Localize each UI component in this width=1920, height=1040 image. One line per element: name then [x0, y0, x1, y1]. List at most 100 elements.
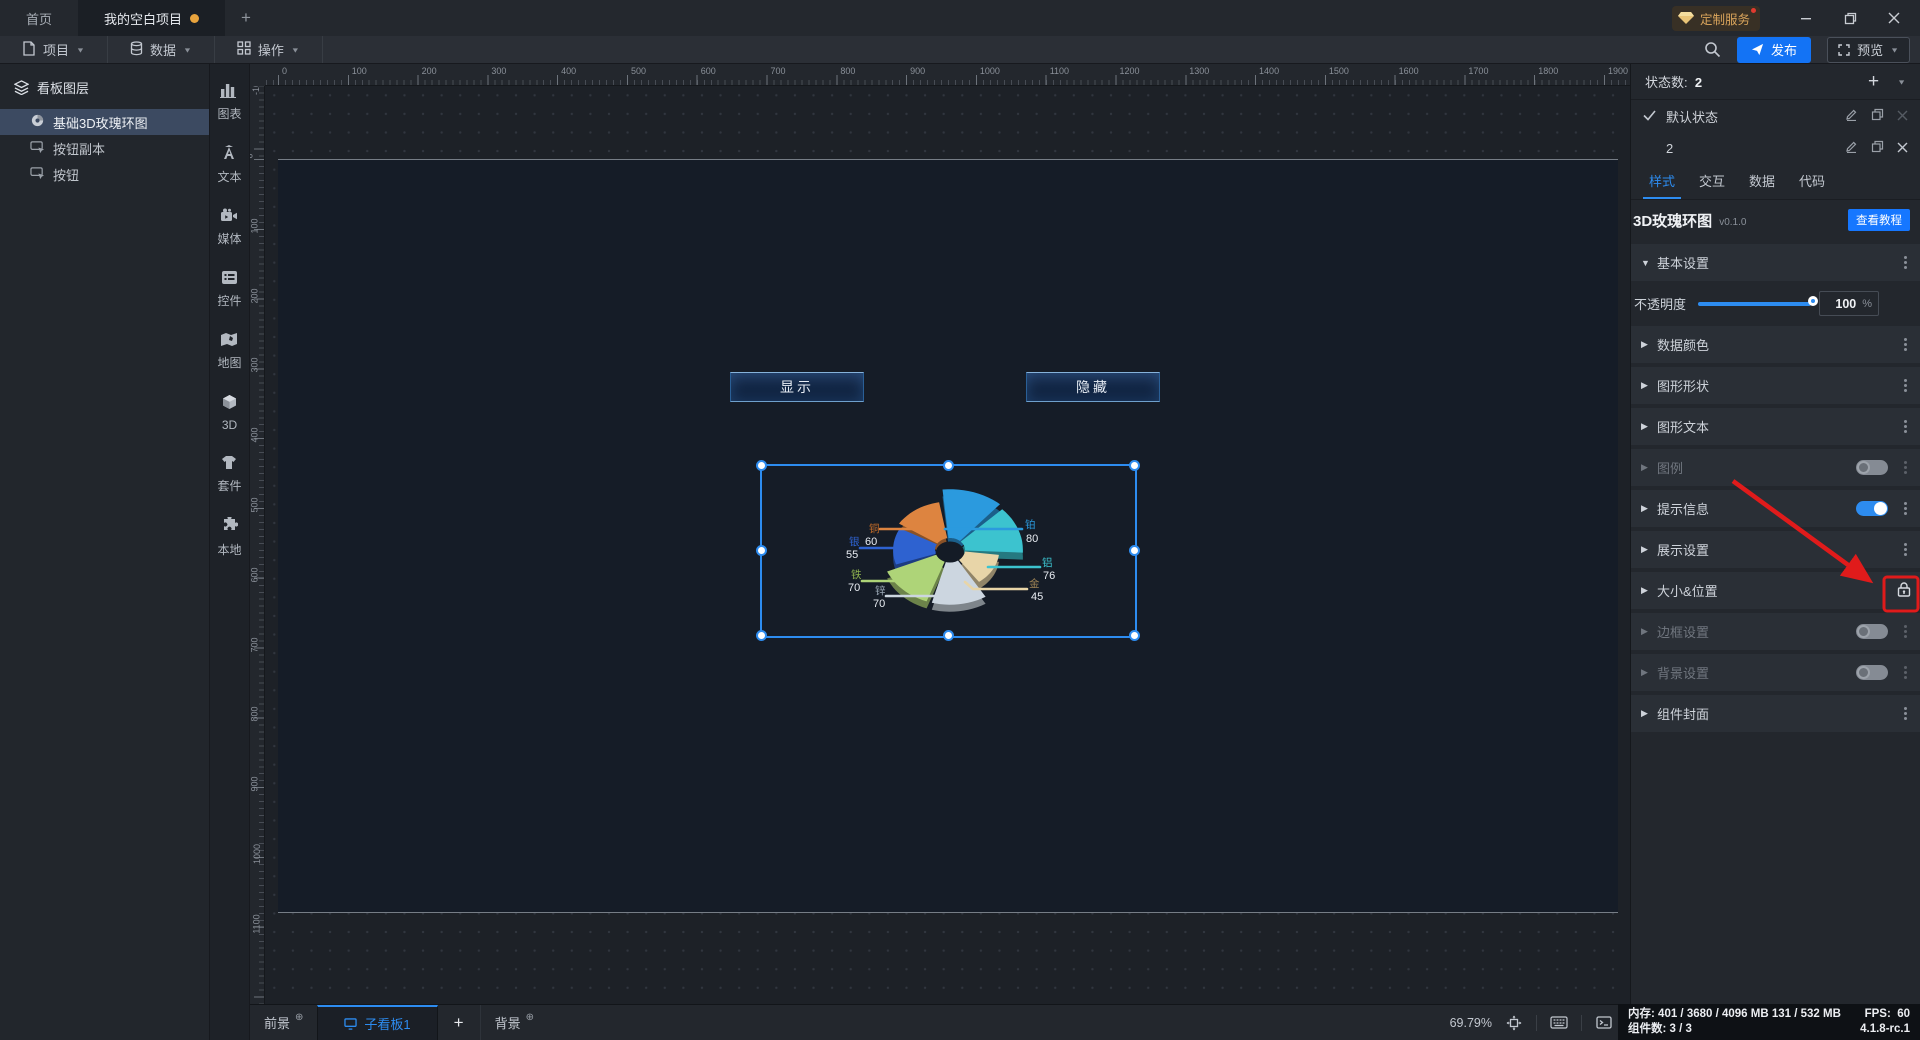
caret-right-icon[interactable]: ▶	[1641, 462, 1657, 473]
caret-right-icon[interactable]: ▶	[1641, 339, 1657, 350]
toggle-off[interactable]	[1856, 460, 1888, 475]
section-menu-icon[interactable]	[1900, 379, 1910, 392]
add-subboard-button[interactable]: +	[438, 1005, 481, 1040]
section-组件封面[interactable]: ▶ 组件封面	[1631, 695, 1920, 732]
section-menu-icon[interactable]	[1900, 502, 1910, 515]
publish-button[interactable]: 发布	[1737, 36, 1812, 63]
section-图形形状[interactable]: ▶ 图形形状	[1631, 367, 1920, 404]
background-button[interactable]: 背景 ⊕	[481, 1005, 548, 1040]
console-icon[interactable]	[1592, 1013, 1616, 1033]
caret-right-icon[interactable]: ▶	[1641, 380, 1657, 391]
rail-item-charts[interactable]: 图表	[217, 82, 242, 122]
view-tutorial-button[interactable]: 查看教程	[1848, 209, 1910, 231]
foreground-button[interactable]: 前景 ⊕	[250, 1005, 317, 1040]
section-menu-icon[interactable]	[1900, 666, 1910, 679]
toggle-off[interactable]	[1856, 624, 1888, 639]
selection-box[interactable]: 铂 80 铝 76 金 45 锌 70 铁 70 银 55 铜 60	[756, 460, 1140, 641]
section-menu-icon[interactable]	[1900, 707, 1910, 720]
state-row-0[interactable]: 默认状态	[1631, 100, 1920, 132]
search-icon[interactable]	[1704, 41, 1721, 58]
section-边框设置[interactable]: ▶ 边框设置	[1631, 613, 1920, 650]
section-数据颜色[interactable]: ▶ 数据颜色	[1631, 326, 1920, 363]
caret-right-icon[interactable]: ▶	[1641, 585, 1657, 596]
inspector-tab-1[interactable]: 交互	[1687, 171, 1737, 199]
lock-icon[interactable]	[1896, 581, 1912, 601]
section-图例[interactable]: ▶ 图例	[1631, 449, 1920, 486]
add-state-button[interactable]: +	[1868, 71, 1897, 93]
section-图形文本[interactable]: ▶ 图形文本	[1631, 408, 1920, 445]
section-背景设置[interactable]: ▶ 背景设置	[1631, 654, 1920, 691]
caret-right-icon[interactable]: ▶	[1641, 503, 1657, 514]
close-button[interactable]	[1874, 3, 1914, 33]
edit-state-icon[interactable]	[1845, 108, 1858, 124]
canvas-viewport[interactable]: 显示 隐藏 铂 80 铝 76 金 45 锌 70 铁 70 银 55 铜 60	[265, 86, 1630, 1004]
section-展示设置[interactable]: ▶ 展示设置	[1631, 531, 1920, 568]
section-menu-icon[interactable]	[1900, 420, 1910, 433]
section-menu-icon[interactable]	[1900, 461, 1910, 474]
rail-item-media[interactable]: 媒体	[217, 208, 242, 247]
section-基本设置[interactable]: ▼ 基本设置	[1631, 244, 1920, 281]
foreground-add-icon[interactable]: ⊕	[295, 1012, 303, 1023]
caret-down-icon[interactable]: ▼	[1641, 258, 1657, 268]
menu-item-data[interactable]: 数据 ▼	[108, 36, 215, 63]
rail-item-controls[interactable]: 控件	[217, 270, 242, 309]
delete-state-icon[interactable]	[1897, 141, 1908, 156]
section-大小&位置[interactable]: ▶ 大小&位置	[1631, 572, 1920, 609]
toggle-on[interactable]	[1856, 501, 1888, 516]
inspector-tab-2[interactable]: 数据	[1737, 171, 1787, 199]
caret-right-icon[interactable]: ▶	[1641, 708, 1657, 719]
slider-knob[interactable]	[1808, 295, 1819, 306]
menu-item-project[interactable]: 项目 ▼	[0, 36, 108, 63]
hide-button-widget[interactable]: 隐藏	[1026, 372, 1160, 402]
section-menu-icon[interactable]	[1900, 625, 1910, 638]
project-tab-0[interactable]: 首页	[0, 0, 78, 36]
caret-right-icon[interactable]: ▶	[1641, 544, 1657, 555]
copy-state-icon[interactable]	[1871, 140, 1884, 156]
preview-button[interactable]: 预览 ▼	[1827, 36, 1910, 63]
rail-item-3d[interactable]: 3D	[221, 394, 238, 432]
background-add-icon[interactable]: ⊕	[526, 1012, 534, 1023]
caret-right-icon[interactable]: ▶	[1641, 667, 1657, 678]
toggle-off[interactable]	[1856, 665, 1888, 680]
inspector-tab-3[interactable]: 代码	[1787, 171, 1837, 199]
layer-item-1[interactable]: 按钮副本	[0, 135, 209, 161]
new-project-tab-button[interactable]: +	[225, 0, 267, 36]
copy-state-icon[interactable]	[1871, 108, 1884, 124]
selection-handle[interactable]	[942, 460, 954, 471]
restore-button[interactable]	[1830, 3, 1870, 33]
layer-item-2[interactable]: 按钮	[0, 161, 209, 187]
section-menu-icon[interactable]	[1900, 543, 1910, 556]
opacity-slider[interactable]	[1698, 295, 1819, 306]
selection-handle[interactable]	[756, 630, 767, 641]
zoom-level[interactable]: 69.79%	[1450, 1016, 1492, 1030]
rail-item-text[interactable]: 文本	[217, 145, 242, 185]
opacity-input[interactable]: 100%	[1819, 291, 1880, 316]
rail-item-local[interactable]: 本地	[217, 515, 242, 558]
selection-handle[interactable]	[942, 630, 954, 641]
selection-handle[interactable]	[1129, 460, 1140, 471]
show-button-widget[interactable]: 显示	[730, 372, 864, 402]
section-menu-icon[interactable]	[1900, 338, 1910, 351]
minimize-button[interactable]	[1786, 3, 1826, 33]
states-chevron-icon[interactable]: ▼	[1897, 78, 1906, 86]
selection-handle[interactable]	[1129, 545, 1140, 556]
selection-handle[interactable]	[756, 460, 767, 471]
section-menu-icon[interactable]	[1900, 256, 1910, 269]
inspector-tab-0[interactable]: 样式	[1637, 171, 1687, 199]
selection-handle[interactable]	[756, 545, 767, 556]
caret-right-icon[interactable]: ▶	[1641, 626, 1657, 637]
caret-right-icon[interactable]: ▶	[1641, 421, 1657, 432]
menu-item-operation[interactable]: 操作 ▼	[215, 36, 323, 63]
project-tab-1[interactable]: 我的空白项目	[78, 0, 226, 36]
state-row-1[interactable]: 2	[1631, 132, 1920, 164]
rail-item-kits[interactable]: 套件	[217, 455, 242, 494]
fit-screen-icon[interactable]	[1502, 1013, 1526, 1033]
rail-item-map[interactable]: 地图	[217, 332, 242, 371]
selection-handle[interactable]	[1129, 630, 1140, 641]
rose-chart-widget[interactable]: 铂80铝76金45锌70铁70银55铜60	[762, 466, 1139, 640]
subboard-tab[interactable]: 子看板1	[317, 1005, 438, 1040]
canvas-area[interactable]: 显示 隐藏 铂 80 铝 76 金 45 锌 70 铁 70 银 55 铜 60 0 100 200 300 40…	[250, 64, 1630, 1004]
keyboard-shortcuts-icon[interactable]	[1547, 1013, 1571, 1033]
edit-state-icon[interactable]	[1845, 140, 1858, 156]
section-提示信息[interactable]: ▶ 提示信息	[1631, 490, 1920, 527]
